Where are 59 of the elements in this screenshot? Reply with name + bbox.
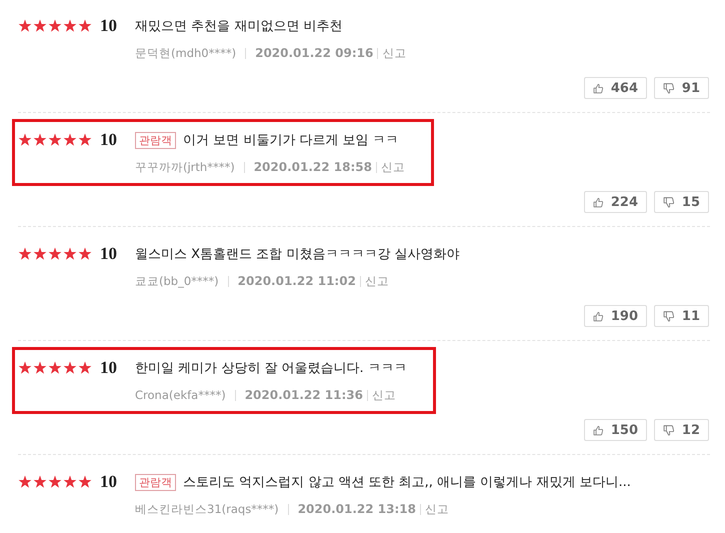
star-icon	[18, 133, 32, 147]
author-name: 꾸꾸까까(jrth****)	[135, 160, 235, 174]
author-name: 베스킨라빈스31(raqs****)	[135, 502, 279, 516]
author-name: 쿄쿄(bb_0****)	[135, 274, 219, 288]
review-text: 한미일 케미가 상당히 잘 어울렸습니다. ㅋㅋㅋ	[135, 360, 407, 377]
like-button[interactable]: 224	[584, 191, 647, 213]
review-date: 2020.01.22 13:18	[298, 502, 416, 516]
rating-score: 10	[100, 472, 118, 492]
rating-score: 10	[100, 358, 118, 378]
viewer-badge: 관람객	[135, 474, 176, 490]
dislike-button[interactable]: 11	[654, 305, 709, 327]
author-name: Crona(ekfa****)	[135, 388, 226, 402]
star-icon	[63, 133, 77, 147]
review-text: 윌스미스 X톰홀랜드 조합 미쳤음ㅋㅋㅋㅋ강 실사영화야	[135, 246, 460, 263]
star-icon	[33, 19, 47, 33]
rating-score: 10	[100, 244, 118, 264]
like-button[interactable]: 150	[584, 419, 647, 441]
star-icon	[18, 19, 32, 33]
rating-score: 10	[100, 130, 118, 150]
star-icon	[48, 475, 62, 489]
thumbs-down-icon	[663, 308, 675, 324]
star-icon	[63, 19, 77, 33]
star-icon	[33, 247, 47, 261]
review-text: 재밌으면 추천을 재미없으면 비추천	[135, 18, 342, 35]
review-text: 스토리도 억지스럽지 않고 액션 또한 최고,, 애니를 이렇게나 재밌게 보다니...	[183, 474, 631, 491]
dislike-button[interactable]: 91	[654, 77, 709, 99]
star-icon	[78, 475, 92, 489]
review-date: 2020.01.22 09:16	[255, 46, 374, 60]
star-icon	[48, 133, 62, 147]
star-icon	[18, 247, 32, 261]
star-icon	[78, 361, 92, 375]
star-icon	[63, 247, 77, 261]
star-icon	[33, 133, 47, 147]
review-text: 이거 보면 비둘기가 다르게 보임 ㅋㅋ	[183, 132, 399, 149]
star-icon	[63, 361, 77, 375]
star-icon	[18, 475, 32, 489]
review-date: 2020.01.22 11:02	[238, 274, 356, 288]
star-icon	[48, 361, 62, 375]
like-button[interactable]: 464	[584, 77, 647, 99]
star-icon	[78, 19, 92, 33]
thumbs-down-icon	[663, 194, 675, 210]
rating-score: 10	[100, 16, 118, 36]
star-icon	[48, 247, 62, 261]
star-icon	[48, 19, 62, 33]
star-icon	[33, 361, 47, 375]
review-date: 2020.01.22 11:36	[244, 388, 363, 402]
star-icon	[33, 475, 47, 489]
viewer-badge: 관람객	[135, 132, 176, 148]
author-name: 문덕현(mdh0****)	[135, 46, 236, 60]
star-icon	[78, 133, 92, 147]
thumbs-down-icon	[663, 80, 675, 96]
star-icon	[18, 361, 32, 375]
star-icon	[63, 475, 77, 489]
dislike-button[interactable]: 15	[654, 191, 709, 213]
dislike-button[interactable]: 12	[654, 419, 709, 441]
like-button[interactable]: 190	[584, 305, 647, 327]
review-date: 2020.01.22 18:58	[254, 160, 372, 174]
thumbs-down-icon	[663, 422, 675, 438]
star-icon	[78, 247, 92, 261]
